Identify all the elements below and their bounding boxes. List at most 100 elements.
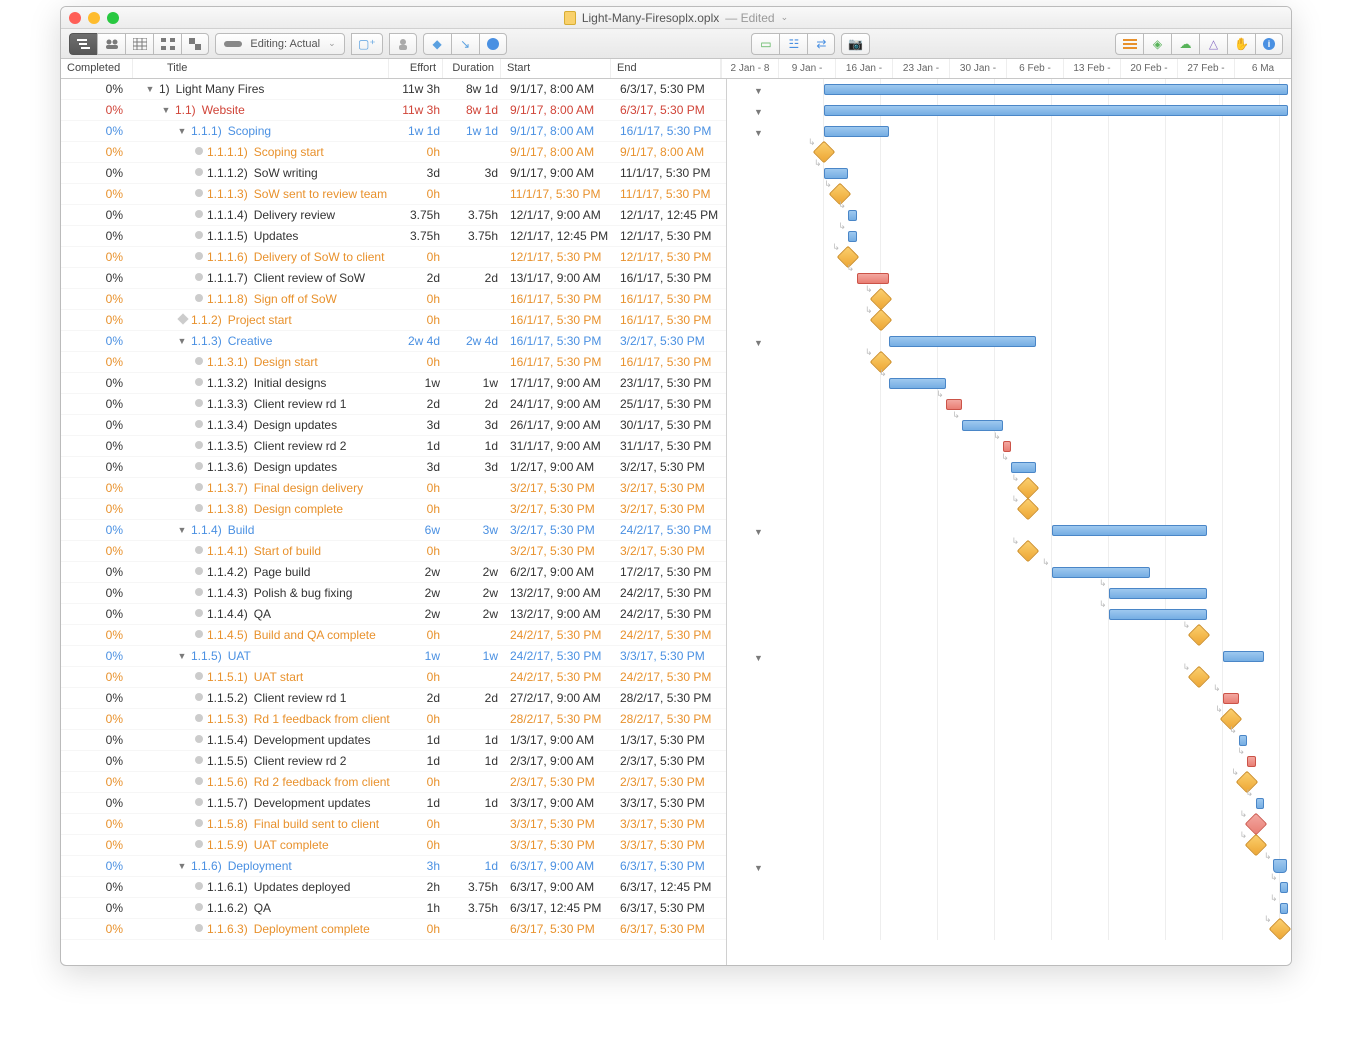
gantt-row[interactable]: ▼ [727,520,1291,541]
gantt-row[interactable]: ↳ [727,205,1291,226]
task-row[interactable]: 0%1.1.3.6)Design updates3d3d1/2/17, 9:00… [61,457,726,478]
title-cell[interactable]: 1.1.3.6)Design updates [133,460,394,474]
catch-up-button[interactable]: ▭ [751,33,779,55]
title-cell[interactable]: 1.1.4.4)QA [133,607,394,621]
task-row[interactable]: 0%1.1.5.2)Client review rd 12d2d27/2/17,… [61,688,726,709]
gantt-row[interactable]: ↳ [727,709,1291,730]
gantt-row[interactable]: ↳ [727,163,1291,184]
gantt-disclosure-icon[interactable]: ▼ [754,527,763,537]
task-row[interactable]: 0%1.1.4.5)Build and QA complete0h24/2/17… [61,625,726,646]
gantt-row[interactable]: ↳ [727,793,1291,814]
group-bar[interactable] [824,84,1288,95]
title-cell[interactable]: 1.1.4.3)Polish & bug fixing [133,586,394,600]
title-cell[interactable]: 1.1.4.5)Build and QA complete [133,628,394,642]
task-row[interactable]: 0%1.1.3.5)Client review rd 21d1d31/1/17,… [61,436,726,457]
gantt-disclosure-icon[interactable]: ▼ [754,107,763,117]
title-cell[interactable]: 1.1.1.5)Updates [133,229,394,243]
task-row[interactable]: 0%1.1.5.4)Development updates1d1d1/3/17,… [61,730,726,751]
title-cell[interactable]: 1.1.3.8)Design complete [133,502,394,516]
disclosure-triangle-icon[interactable]: ▼ [177,336,187,346]
timeline-week-label[interactable]: 6 Feb - [1006,59,1063,78]
gantt-chart[interactable]: ▼▼▼↳↳↳↳↳↳↳↳↳▼↳↳↳↳↳↳↳↳▼↳↳↳↳↳▼↳↳↳↳↳↳↳↳↳▼↳↳… [727,79,1291,965]
title-cell[interactable]: 1.1.5.7)Development updates [133,796,394,810]
editing-mode-dropdown[interactable]: Editing: Actual ⌄ [215,33,345,55]
milestone-diamond[interactable] [1244,813,1267,836]
disclosure-triangle-icon[interactable]: ▼ [177,861,187,871]
title-cell[interactable]: 1.1.5.3)Rd 1 feedback from client [133,712,394,726]
milestone-diamond[interactable] [1187,624,1210,647]
view-resource-button[interactable] [97,33,125,55]
task-outline[interactable]: 0%▼1)Light Many Fires11w 3h8w 1d9/1/17, … [61,79,727,965]
task-bar[interactable] [1256,798,1264,809]
group-bar[interactable] [1223,651,1264,662]
title-cell[interactable]: 1.1.1.3)SoW sent to review team [133,187,394,201]
timeline-week-label[interactable]: 30 Jan - [949,59,1006,78]
disclosure-triangle-icon[interactable]: ▼ [161,105,171,115]
reschedule-button[interactable]: ☳ [779,33,807,55]
task-bar[interactable] [857,273,890,284]
title-cell[interactable]: ▼1.1.1)Scoping [133,124,394,138]
title-cell[interactable]: 1.1.4.1)Start of build [133,544,394,558]
gantt-row[interactable]: ▼ [727,79,1291,100]
gantt-row[interactable]: ↳ [727,625,1291,646]
level-button[interactable]: ⇄ [807,33,835,55]
gantt-row[interactable]: ↳ [727,835,1291,856]
title-cell[interactable]: ▼1.1)Website [133,103,394,117]
task-row[interactable]: 0%1.1.4.1)Start of build0h3/2/17, 5:30 P… [61,541,726,562]
baselines-button[interactable] [1115,33,1143,55]
task-row[interactable]: 0%▼1.1.4)Build6w3w3/2/17, 5:30 PM24/2/17… [61,520,726,541]
header-start[interactable]: Start [501,59,611,78]
task-bar[interactable] [1109,588,1207,599]
disclosure-triangle-icon[interactable]: ▼ [145,84,155,94]
task-bar[interactable] [946,399,962,410]
title-cell[interactable]: 1.1.1.1)Scoping start [133,145,394,159]
title-cell[interactable]: 1.1.5.5)Client review rd 2 [133,754,394,768]
gantt-disclosure-icon[interactable]: ▼ [754,338,763,348]
view-network-button[interactable] [153,33,181,55]
resources-button[interactable] [389,33,417,55]
title-cell[interactable]: 1.1.6.1)Updates deployed [133,880,394,894]
gantt-row[interactable]: ↳ [727,667,1291,688]
task-row[interactable]: 0%1.1.1.7)Client review of SoW2d2d13/1/1… [61,268,726,289]
disclosure-triangle-icon[interactable]: ▼ [177,651,187,661]
gantt-row[interactable]: ↳ [727,583,1291,604]
header-effort[interactable]: Effort [389,59,443,78]
header-title[interactable]: Title [133,59,389,78]
title-cell[interactable]: 1.1.1.8)Sign off of SoW [133,292,394,306]
snapshot-button[interactable]: 📷 [841,33,870,55]
gantt-row[interactable]: ↳ [727,457,1291,478]
gantt-row[interactable]: ↳ [727,730,1291,751]
gantt-row[interactable]: ↳ [727,226,1291,247]
task-row[interactable]: 0%▼1)Light Many Fires11w 3h8w 1d9/1/17, … [61,79,726,100]
gantt-row[interactable]: ↳ [727,373,1291,394]
task-row[interactable]: 0%1.1.3.7)Final design delivery0h3/2/17,… [61,478,726,499]
task-row[interactable]: 0%▼1.1.3)Creative2w 4d2w 4d16/1/17, 5:30… [61,331,726,352]
disclosure-triangle-icon[interactable]: ▼ [177,126,187,136]
task-row[interactable]: 0%1.1.3.2)Initial designs1w1w17/1/17, 9:… [61,373,726,394]
task-row[interactable]: 0%1.1.1.2)SoW writing3d3d9/1/17, 9:00 AM… [61,163,726,184]
milestone-button[interactable]: ◆ [423,33,451,55]
view-styles-button[interactable] [181,33,209,55]
gantt-row[interactable]: ↳ [727,268,1291,289]
gantt-row[interactable]: ↳ [727,184,1291,205]
task-row[interactable]: 0%1.1.5.9)UAT complete0h3/3/17, 5:30 PM3… [61,835,726,856]
title-cell[interactable]: 1.1.5.1)UAT start [133,670,394,684]
title-cell[interactable]: 1.1.6.3)Deployment complete [133,922,394,936]
gantt-row[interactable]: ↳ [727,604,1291,625]
gantt-row[interactable]: ↳ [727,415,1291,436]
gantt-row[interactable]: ↳ [727,352,1291,373]
title-cell[interactable]: 1.1.3.2)Initial designs [133,376,394,390]
title-cell[interactable]: 1.1.5.6)Rd 2 feedback from client [133,775,394,789]
title-cell[interactable]: ▼1.1.6)Deployment [133,859,394,873]
timeline-week-label[interactable]: 2 Jan - 8 [721,59,778,78]
task-row[interactable]: 0%1.1.6.3)Deployment complete0h6/3/17, 5… [61,919,726,940]
task-row[interactable]: 0%1.1.3.8)Design complete0h3/2/17, 5:30 … [61,499,726,520]
title-cell[interactable]: 1.1.5.8)Final build sent to client [133,817,394,831]
task-bar[interactable] [1003,441,1011,452]
gantt-row[interactable]: ▼ [727,331,1291,352]
gantt-row[interactable]: ↳ [727,688,1291,709]
gantt-row[interactable]: ↳ [727,142,1291,163]
task-row[interactable]: 0%1.1.5.7)Development updates1d1d3/3/17,… [61,793,726,814]
inspector-button[interactable]: i [1255,33,1283,55]
title-cell[interactable]: ▼1.1.5)UAT [133,649,394,663]
